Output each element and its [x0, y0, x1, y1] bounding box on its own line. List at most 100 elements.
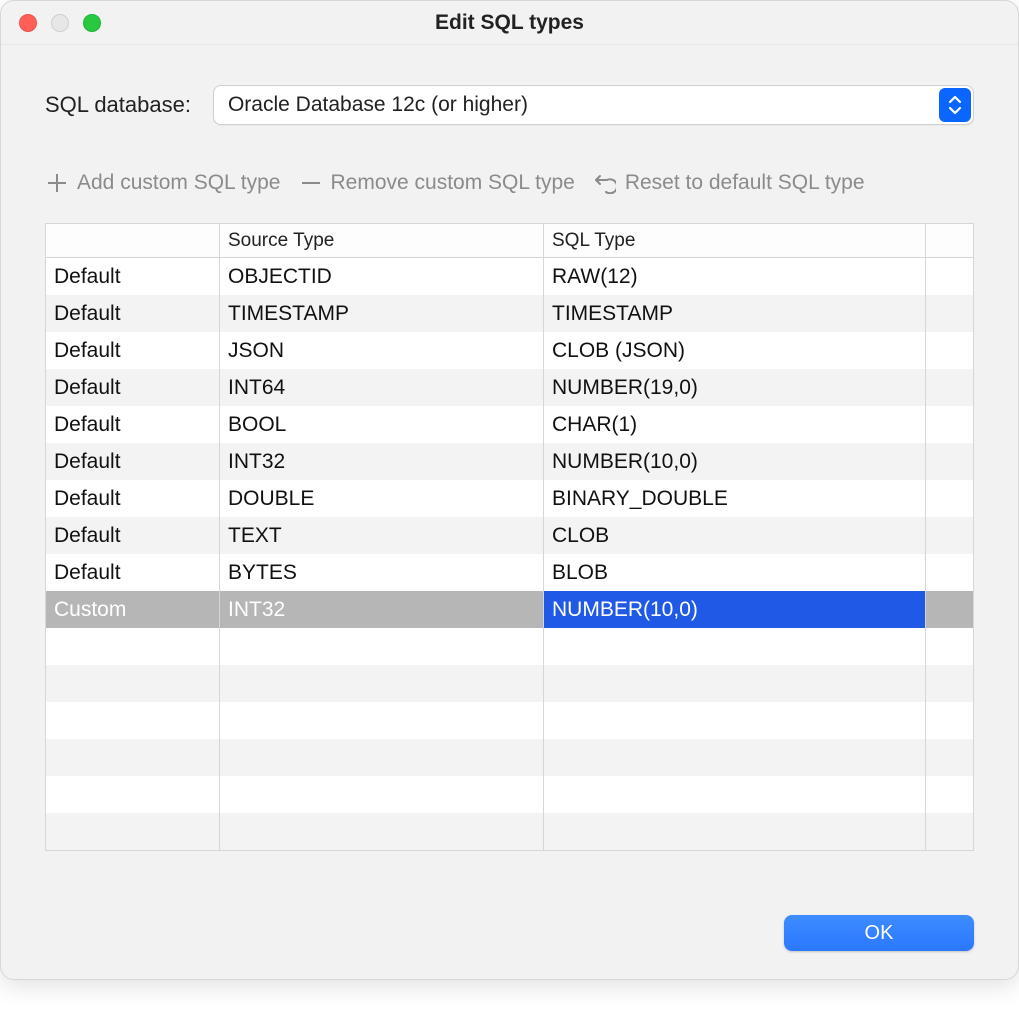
add-type-label: Add custom SQL type — [77, 171, 281, 195]
table-row-empty[interactable] — [46, 739, 973, 776]
minimize-icon[interactable] — [51, 14, 69, 32]
dialog-title: Edit SQL types — [435, 11, 584, 35]
cell-sql: BINARY_DOUBLE — [544, 480, 926, 517]
table-row-empty[interactable] — [46, 776, 973, 813]
cell-empty — [544, 665, 926, 702]
cell-kind: Default — [46, 406, 220, 443]
cell-empty — [926, 813, 973, 850]
cell-empty — [926, 702, 973, 739]
cell-empty — [46, 813, 220, 850]
table-row-empty[interactable] — [46, 665, 973, 702]
cell-source: BYTES — [220, 554, 544, 591]
cell-extra — [926, 332, 973, 369]
minus-icon — [299, 171, 323, 195]
table-row-empty[interactable] — [46, 813, 973, 850]
cell-kind: Default — [46, 480, 220, 517]
cell-kind: Default — [46, 443, 220, 480]
cell-kind: Default — [46, 258, 220, 295]
cell-kind: Default — [46, 517, 220, 554]
cell-sql: TIMESTAMP — [544, 295, 926, 332]
ok-button[interactable]: OK — [784, 915, 974, 951]
cell-sql: NUMBER(19,0) — [544, 369, 926, 406]
table-row[interactable]: DefaultBOOLCHAR(1) — [46, 406, 973, 443]
col-extra[interactable] — [926, 224, 973, 258]
cell-empty — [220, 739, 544, 776]
cell-kind: Default — [46, 554, 220, 591]
col-sql[interactable]: SQL Type — [544, 224, 926, 258]
cell-empty — [544, 813, 926, 850]
dialog-footer: OK — [45, 915, 974, 951]
cell-extra — [926, 295, 973, 332]
plus-icon — [45, 171, 69, 195]
cell-extra — [926, 258, 973, 295]
cell-sql: CLOB — [544, 517, 926, 554]
cell-kind: Custom — [46, 591, 220, 628]
table-row[interactable]: DefaultBYTESBLOB — [46, 554, 973, 591]
table-body: DefaultOBJECTIDRAW(12)DefaultTIMESTAMPTI… — [46, 258, 973, 850]
close-icon[interactable] — [19, 14, 37, 32]
cell-empty — [544, 628, 926, 665]
dialog-window: Edit SQL types SQL database: Oracle Data… — [0, 0, 1019, 980]
remove-type-label: Remove custom SQL type — [331, 171, 575, 195]
cell-sql: CHAR(1) — [544, 406, 926, 443]
reset-type-button[interactable]: Reset to default SQL type — [593, 171, 865, 195]
table-row[interactable]: DefaultTIMESTAMPTIMESTAMP — [46, 295, 973, 332]
database-label: SQL database: — [45, 92, 191, 118]
cell-extra — [926, 554, 973, 591]
dialog-content: SQL database: Oracle Database 12c (or hi… — [1, 45, 1018, 979]
cell-kind: Default — [46, 332, 220, 369]
table-row[interactable]: DefaultJSONCLOB (JSON) — [46, 332, 973, 369]
cell-empty — [926, 665, 973, 702]
table-row[interactable]: DefaultTEXTCLOB — [46, 517, 973, 554]
cell-empty — [544, 702, 926, 739]
cell-empty — [220, 813, 544, 850]
table-row[interactable]: DefaultDOUBLEBINARY_DOUBLE — [46, 480, 973, 517]
cell-source: TIMESTAMP — [220, 295, 544, 332]
window-controls — [19, 1, 101, 45]
cell-extra — [926, 369, 973, 406]
table-header: Source Type SQL Type — [46, 224, 973, 258]
cell-source: TEXT — [220, 517, 544, 554]
add-type-button[interactable]: Add custom SQL type — [45, 171, 281, 195]
cell-sql: CLOB (JSON) — [544, 332, 926, 369]
cell-empty — [220, 628, 544, 665]
maximize-icon[interactable] — [83, 14, 101, 32]
cell-sql: RAW(12) — [544, 258, 926, 295]
cell-empty — [46, 628, 220, 665]
table-row[interactable]: DefaultINT64NUMBER(19,0) — [46, 369, 973, 406]
reset-type-label: Reset to default SQL type — [625, 171, 865, 195]
cell-source: INT32 — [220, 591, 544, 628]
chevron-updown-icon — [939, 88, 971, 122]
cell-empty — [926, 776, 973, 813]
table-row-empty[interactable] — [46, 628, 973, 665]
cell-extra — [926, 406, 973, 443]
cell-empty — [220, 702, 544, 739]
cell-kind: Default — [46, 295, 220, 332]
database-select[interactable]: Oracle Database 12c (or higher) — [213, 85, 974, 125]
cell-empty — [46, 776, 220, 813]
cell-sql: BLOB — [544, 554, 926, 591]
cell-source: OBJECTID — [220, 258, 544, 295]
cell-empty — [46, 702, 220, 739]
cell-extra — [926, 480, 973, 517]
col-source[interactable]: Source Type — [220, 224, 544, 258]
cell-source: JSON — [220, 332, 544, 369]
cell-source: BOOL — [220, 406, 544, 443]
types-table: Source Type SQL Type DefaultOBJECTIDRAW(… — [45, 223, 974, 851]
titlebar: Edit SQL types — [1, 1, 1018, 45]
col-kind[interactable] — [46, 224, 220, 258]
table-row[interactable]: DefaultOBJECTIDRAW(12) — [46, 258, 973, 295]
table-row[interactable]: CustomINT32NUMBER(10,0) — [46, 591, 973, 628]
cell-empty — [544, 739, 926, 776]
cell-empty — [46, 739, 220, 776]
undo-icon — [593, 171, 617, 195]
cell-empty — [220, 776, 544, 813]
table-row[interactable]: DefaultINT32NUMBER(10,0) — [46, 443, 973, 480]
cell-extra — [926, 443, 973, 480]
cell-kind: Default — [46, 369, 220, 406]
cell-empty — [544, 776, 926, 813]
cell-source: INT64 — [220, 369, 544, 406]
table-row-empty[interactable] — [46, 702, 973, 739]
remove-type-button[interactable]: Remove custom SQL type — [299, 171, 575, 195]
database-row: SQL database: Oracle Database 12c (or hi… — [45, 85, 974, 125]
